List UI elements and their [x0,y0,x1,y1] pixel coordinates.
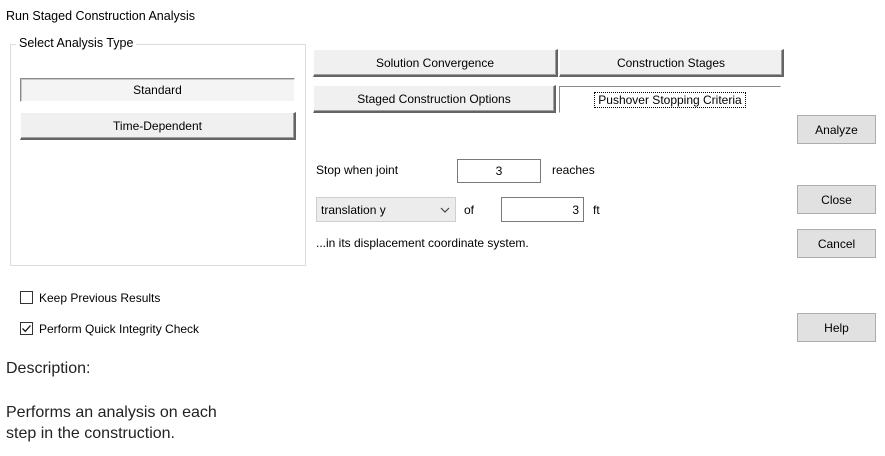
tab-construction-stages-label: Construction Stages [616,55,726,70]
joint-input[interactable] [457,159,541,183]
tab-solution-convergence[interactable]: Solution Convergence [313,49,558,77]
quick-integrity-check-checkbox[interactable] [20,322,33,335]
tab-staged-construction-options[interactable]: Staged Construction Options [313,85,556,113]
tab-construction-stages[interactable]: Construction Stages [559,49,784,77]
cancel-button[interactable]: Cancel [797,229,876,258]
analysis-type-group-label: Select Analysis Type [16,36,137,50]
description-heading: Description: [6,360,91,377]
coordinate-system-note: ...in its displacement coordinate system… [316,236,529,250]
keep-previous-results-checkbox[interactable] [20,291,33,304]
reaches-label: reaches [552,163,595,177]
analyze-label: Analyze [815,122,858,137]
tab-staged-construction-options-label: Staged Construction Options [357,91,511,106]
keep-previous-results-label: Keep Previous Results [39,291,161,305]
standard-analysis-label: Standard [133,83,182,97]
analyze-button[interactable]: Analyze [797,115,876,144]
cancel-label: Cancel [817,236,856,251]
chevron-down-icon [439,204,451,216]
of-label: of [464,203,475,217]
help-button[interactable]: Help [797,313,876,342]
tab-pushover-stopping-criteria-label: Pushover Stopping Criteria [594,91,746,108]
quick-integrity-check-label: Perform Quick Integrity Check [39,322,200,336]
time-dependent-analysis-button[interactable]: Time-Dependent [20,112,296,140]
dof-select[interactable]: translation y [316,197,456,222]
close-label: Close [821,192,852,207]
tab-pushover-stopping-criteria[interactable]: Pushover Stopping Criteria [559,86,781,113]
checkmark-icon [22,325,31,333]
description-line-1: Performs an analysis on each [6,404,217,421]
description-line-2: step in the construction. [6,425,175,442]
dof-select-value: translation y [321,202,386,217]
stop-when-joint-label: Stop when joint [316,163,399,177]
help-label: Help [824,320,849,335]
close-button[interactable]: Close [797,185,876,214]
unit-label: ft [593,203,600,217]
stopping-value-input[interactable] [501,197,584,222]
window-title: Run Staged Construction Analysis [6,9,195,23]
time-dependent-analysis-label: Time-Dependent [113,118,202,133]
tab-solution-convergence-label: Solution Convergence [375,55,495,70]
standard-analysis-button[interactable]: Standard [20,78,295,102]
